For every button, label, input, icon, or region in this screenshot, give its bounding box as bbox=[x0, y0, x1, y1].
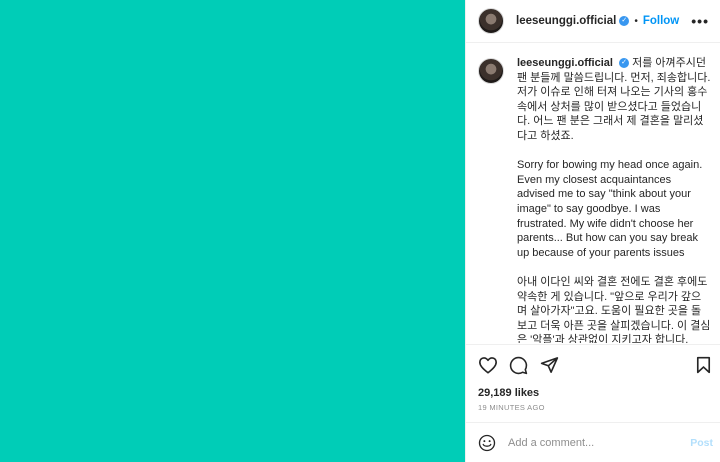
avatar[interactable] bbox=[478, 8, 504, 34]
comment-icon[interactable] bbox=[509, 356, 528, 375]
caption-paragraph-2: Sorry for bowing my head once again. Eve… bbox=[517, 159, 703, 259]
like-count[interactable]: 29,189 likes bbox=[478, 387, 539, 399]
caption-username[interactable]: leeseunggi.official bbox=[517, 57, 613, 69]
separator-dot: • bbox=[634, 15, 638, 27]
bookmark-icon[interactable] bbox=[696, 356, 711, 374]
heart-icon[interactable] bbox=[478, 356, 498, 374]
follow-button[interactable]: Follow bbox=[643, 15, 679, 27]
share-icon[interactable] bbox=[540, 356, 559, 374]
emoji-icon[interactable] bbox=[478, 434, 496, 452]
caption-verified-icon: ✓ bbox=[619, 58, 630, 69]
caption-body-1: 저를 아껴주시던 팬 분들께 말씀드립니다. 먼저, 죄송합니다. 저가 이슈로… bbox=[517, 57, 711, 142]
comment-input[interactable] bbox=[508, 436, 678, 449]
caption-area: leeseunggi.official ✓ 저를 아껴주시던 팬 분들께 말씀드… bbox=[466, 44, 720, 343]
action-bar bbox=[466, 344, 720, 384]
caption-paragraph-3: 아내 이다인 씨와 결혼 전에도 결혼 후에도 약속한 게 있습니다. "앞으로… bbox=[517, 275, 711, 343]
comment-bar: Post bbox=[466, 422, 720, 462]
post-timestamp[interactable]: 19 MINUTES AGO bbox=[478, 403, 545, 412]
caption-avatar[interactable] bbox=[478, 58, 504, 84]
caption-paragraph-1: leeseunggi.official ✓ 저를 아껴주시던 팬 분들께 말씀드… bbox=[517, 56, 711, 144]
post-header: leeseunggi.official ✓ • Follow ••• bbox=[466, 0, 720, 43]
caption-text: leeseunggi.official ✓ 저를 아껴주시던 팬 분들께 말씀드… bbox=[517, 56, 711, 343]
post-comment-button[interactable]: Post bbox=[690, 437, 713, 449]
post-media[interactable] bbox=[0, 0, 465, 462]
username-link[interactable]: leeseunggi.official bbox=[516, 15, 616, 27]
post-side-panel: leeseunggi.official ✓ • Follow ••• leese… bbox=[465, 0, 720, 462]
more-options-icon[interactable]: ••• bbox=[691, 13, 709, 29]
verified-badge-icon: ✓ bbox=[619, 16, 630, 26]
